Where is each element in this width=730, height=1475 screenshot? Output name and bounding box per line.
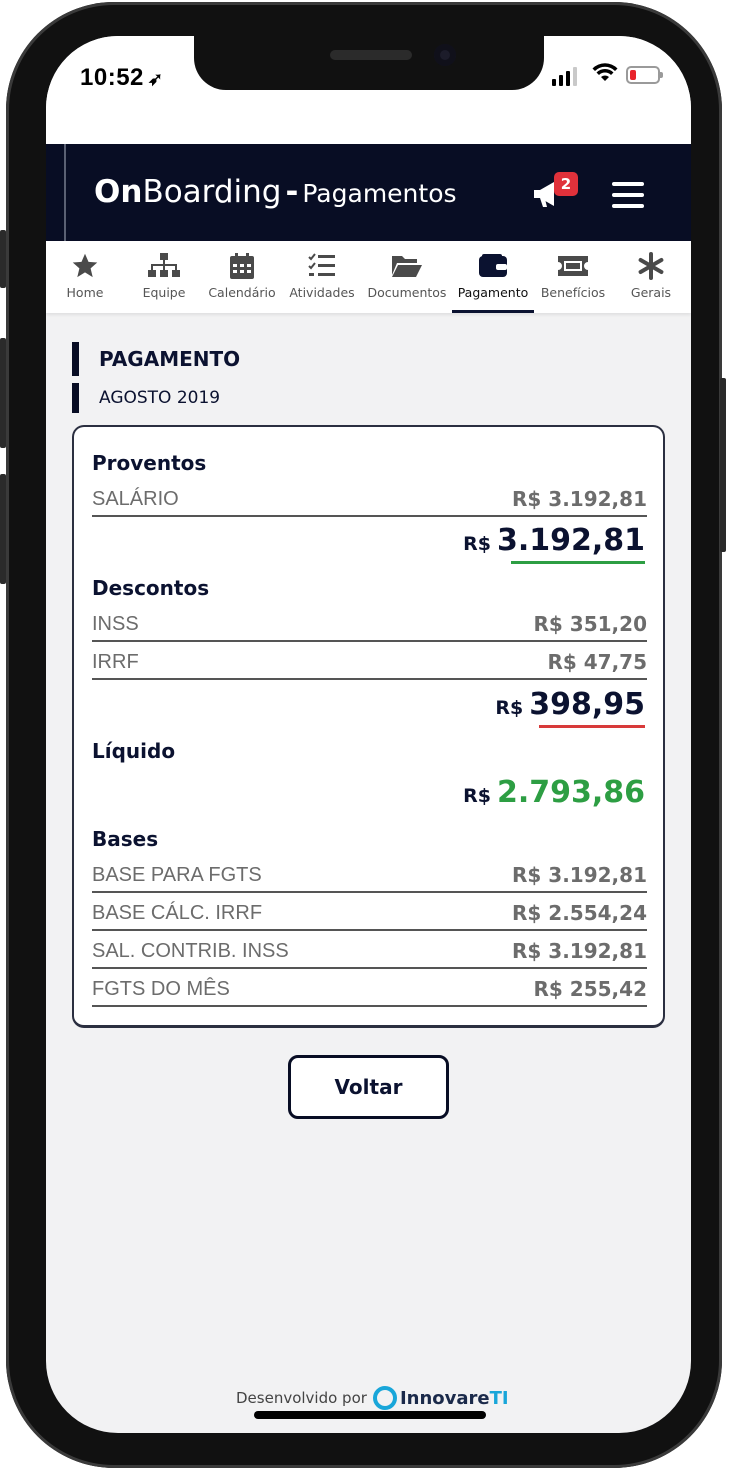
wallet-icon <box>452 251 534 281</box>
status-time: 10:52 ➶ <box>80 64 163 92</box>
row-value: R$ 2.554,24 <box>512 901 647 925</box>
org-chart-icon <box>134 251 194 281</box>
tab-label-documentos: Documentos <box>367 285 447 300</box>
brand-boarding: Boarding <box>142 174 282 210</box>
descontos-heading: Descontos <box>92 576 210 600</box>
row-value: R$ 3.192,81 <box>512 487 647 511</box>
tab-gerais[interactable]: Gerais <box>622 241 680 313</box>
cellular-signal-icon <box>552 66 577 86</box>
total-currency: R$ <box>463 533 491 555</box>
tab-bar: Home Equipe Calendário Atividades Docume… <box>46 241 691 313</box>
power-button <box>720 378 726 552</box>
header-divider <box>64 144 66 241</box>
row-value: R$ 3.192,81 <box>512 863 647 887</box>
tab-pagamento[interactable]: Pagamento <box>452 241 534 313</box>
row-value: R$ 3.192,81 <box>512 939 647 963</box>
wifi-icon <box>592 62 618 88</box>
payslip-card: Proventos SALÁRIO R$ 3.192,81 R$ 3.192,8… <box>72 425 665 1028</box>
row-value: R$ 255,42 <box>533 977 647 1001</box>
calendar-icon <box>212 251 272 281</box>
row-value: R$ 47,75 <box>547 650 647 674</box>
proventos-underline <box>511 561 645 564</box>
tab-label-equipe: Equipe <box>142 285 186 300</box>
innovare-logo[interactable]: InnovareTI <box>372 1386 509 1410</box>
tab-equipe[interactable]: Equipe <box>134 241 194 313</box>
section-title: Pagamentos <box>302 179 457 208</box>
bases-row: BASE PARA FGTS R$ 3.192,81 <box>92 855 647 893</box>
developed-by-text: Desenvolvido por <box>236 1389 367 1407</box>
bases-row: BASE CÁLC. IRRF R$ 2.554,24 <box>92 893 647 931</box>
company-name: InnovareTI <box>400 1388 509 1409</box>
liquido-total: R$ 2.793,86 <box>463 775 645 810</box>
checklist-icon <box>292 251 352 281</box>
notch <box>194 36 544 90</box>
home-indicator[interactable] <box>254 1411 486 1419</box>
back-button[interactable]: Voltar <box>288 1055 449 1119</box>
proventos-heading: Proventos <box>92 451 207 475</box>
descontos-row: INSS R$ 351,20 <box>92 604 647 642</box>
footer-credits: Desenvolvido por InnovareTI <box>236 1386 509 1410</box>
tab-documentos[interactable]: Documentos <box>368 241 446 313</box>
mute-switch <box>0 230 6 288</box>
folder-open-icon <box>372 251 442 281</box>
descontos-total: R$ 398,95 <box>495 687 645 722</box>
tab-beneficios[interactable]: Benefícios <box>541 241 605 313</box>
tab-label-beneficios: Benefícios <box>540 285 606 300</box>
tab-home[interactable]: Home <box>56 241 114 313</box>
brand-on: On <box>94 174 143 210</box>
bases-heading: Bases <box>92 827 159 851</box>
front-camera <box>434 44 456 66</box>
row-label: IRRF <box>92 651 139 673</box>
row-label: SALÁRIO <box>92 488 179 510</box>
tab-atividades[interactable]: Atividades <box>289 241 355 313</box>
location-arrow-icon: ➶ <box>147 69 164 89</box>
company-name-main: Innovare <box>399 1387 490 1409</box>
status-bar: 10:52 ➶ <box>46 36 691 144</box>
asterisk-icon <box>622 251 680 281</box>
battery-icon <box>626 66 663 84</box>
total-amount: 2.793,86 <box>496 775 645 810</box>
ticket-icon <box>542 251 604 281</box>
clock-text: 10:52 <box>80 64 144 91</box>
tab-label-calendario: Calendário <box>208 285 276 300</box>
row-label: BASE CÁLC. IRRF <box>92 902 263 924</box>
page-title: PAGAMENTO <box>72 342 240 376</box>
volume-up-button <box>0 338 6 448</box>
notification-badge[interactable]: 2 <box>554 172 578 196</box>
row-label: FGTS DO MÊS <box>92 978 230 1000</box>
total-currency: R$ <box>495 697 524 719</box>
tab-label-atividades: Atividades <box>289 285 355 300</box>
phone-frame: 10:52 ➶ OnBoarding - Pagamentos 2 Home E… <box>0 2 726 1468</box>
total-amount: 398,95 <box>529 687 645 722</box>
proventos-row: SALÁRIO R$ 3.192,81 <box>92 479 647 517</box>
row-value: R$ 351,20 <box>533 612 647 636</box>
bases-row: SAL. CONTRIB. INSS R$ 3.192,81 <box>92 931 647 969</box>
tab-calendario[interactable]: Calendário <box>208 241 276 313</box>
descontos-row: IRRF R$ 47,75 <box>92 642 647 680</box>
total-currency: R$ <box>463 785 491 807</box>
tab-label-gerais: Gerais <box>630 285 672 300</box>
bases-row: FGTS DO MÊS R$ 255,42 <box>92 969 647 1007</box>
speaker-grille <box>330 50 412 60</box>
company-name-suffix: TI <box>489 1387 509 1409</box>
star-icon <box>56 251 114 281</box>
descontos-underline <box>539 725 645 728</box>
row-label: SAL. CONTRIB. INSS <box>92 940 289 962</box>
period-label: AGOSTO 2019 <box>72 383 220 413</box>
volume-down-button <box>0 474 6 584</box>
brand-dash: - <box>285 174 299 210</box>
liquido-heading: Líquido <box>92 739 176 763</box>
tab-label-pagamento: Pagamento <box>457 285 529 300</box>
proventos-total: R$ 3.192,81 <box>463 523 645 558</box>
app-header: OnBoarding - Pagamentos 2 <box>46 144 691 241</box>
app-title: OnBoarding - Pagamentos <box>94 174 457 210</box>
phone-screen: 10:52 ➶ OnBoarding - Pagamentos 2 Home E… <box>46 36 691 1433</box>
menu-icon[interactable] <box>612 182 644 208</box>
innovare-ring-icon <box>372 1386 397 1410</box>
row-label: BASE PARA FGTS <box>92 864 262 886</box>
row-label: INSS <box>92 613 139 635</box>
tab-label-home: Home <box>66 285 104 300</box>
total-amount: 3.192,81 <box>496 523 645 558</box>
